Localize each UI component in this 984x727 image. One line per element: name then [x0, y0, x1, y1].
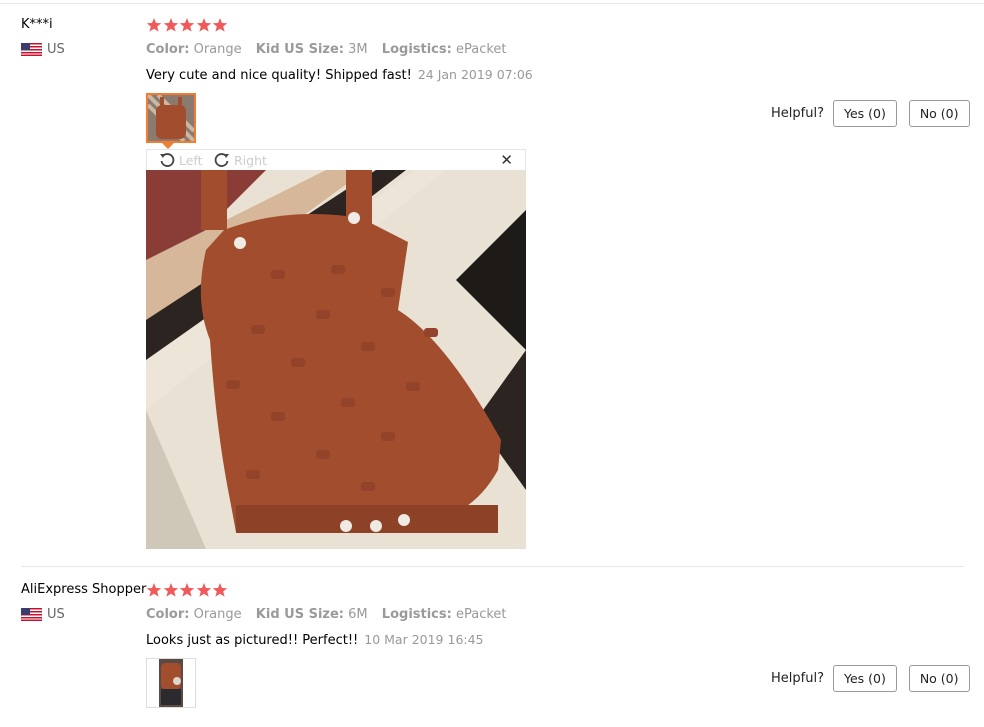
- helpful-yes-button[interactable]: Yes (0): [832, 665, 897, 692]
- review-date: 10 Mar 2019 16:45: [364, 632, 484, 647]
- viewer-toolbar: Left Right ✕: [146, 149, 526, 170]
- us-flag-icon: [21, 43, 42, 56]
- star-icon: [196, 583, 211, 597]
- rotate-left-label: Left: [179, 152, 203, 168]
- star-icon: [212, 18, 228, 32]
- reviews-page: K***i US Color: Orange Kid US Size: 3M L…: [0, 0, 984, 727]
- thumbnail-image: [148, 95, 194, 141]
- viewer-close-button[interactable]: ✕: [500, 151, 513, 169]
- reviewer-country: US: [21, 607, 65, 622]
- attr-size: Kid US Size: 6M: [255, 607, 368, 622]
- photo-viewer: Left Right ✕: [146, 143, 526, 549]
- star-icon: [163, 18, 178, 32]
- helpful-controls: Helpful? Yes (0) No (0): [771, 665, 970, 692]
- helpful-label: Helpful?: [771, 106, 824, 121]
- helpful-no-button[interactable]: No (0): [908, 665, 970, 692]
- star-rating: [146, 582, 229, 598]
- helpful-yes-button[interactable]: Yes (0): [832, 100, 897, 127]
- star-icon: [179, 583, 195, 597]
- comment-text: Very cute and nice quality! Shipped fast…: [146, 68, 412, 83]
- star-rating: [146, 17, 229, 33]
- helpful-label: Helpful?: [771, 671, 824, 686]
- helpful-no-button[interactable]: No (0): [908, 100, 970, 127]
- review-comment: Looks just as pictured!! Perfect!! 10 Mar…: [146, 632, 484, 648]
- top-divider: [0, 3, 984, 4]
- rotate-left-button[interactable]: Left: [159, 152, 203, 168]
- star-icon: [146, 18, 162, 32]
- reviewer-name: AliExpress Shopper: [21, 582, 147, 597]
- review-photo-thumbnail[interactable]: [146, 658, 196, 708]
- product-attributes: Color: Orange Kid US Size: 3M Logistics:…: [146, 42, 517, 57]
- rotate-right-label: Right: [234, 152, 267, 168]
- reviewer-country: US: [21, 42, 65, 57]
- rotate-right-button[interactable]: Right: [214, 152, 267, 168]
- attr-logistics: Logistics: ePacket: [381, 607, 507, 622]
- rotate-right-icon: [214, 153, 229, 167]
- thumbnail-image: [147, 659, 195, 707]
- attr-logistics: Logistics: ePacket: [381, 42, 507, 57]
- star-icon: [146, 583, 162, 597]
- product-attributes: Color: Orange Kid US Size: 6M Logistics:…: [146, 607, 517, 622]
- rotate-left-icon: [160, 153, 175, 167]
- comment-text: Looks just as pictured!! Perfect!!: [146, 633, 359, 648]
- attr-color: Color: Orange: [146, 607, 242, 622]
- review-photo-thumbnail[interactable]: [146, 93, 196, 143]
- attr-size: Kid US Size: 3M: [255, 42, 368, 57]
- star-icon: [163, 583, 178, 597]
- reviewer-name: K***i: [21, 17, 53, 32]
- us-flag-icon: [21, 608, 42, 621]
- review-photo-large: [146, 170, 526, 549]
- helpful-controls: Helpful? Yes (0) No (0): [771, 100, 970, 127]
- attr-color: Color: Orange: [146, 42, 242, 57]
- country-code: US: [47, 42, 65, 57]
- star-icon: [179, 18, 195, 32]
- review-divider: [21, 566, 964, 567]
- review-date: 24 Jan 2019 07:06: [417, 67, 533, 82]
- review-comment: Very cute and nice quality! Shipped fast…: [146, 67, 533, 83]
- star-icon: [196, 18, 211, 32]
- country-code: US: [47, 607, 65, 622]
- star-icon: [212, 583, 228, 597]
